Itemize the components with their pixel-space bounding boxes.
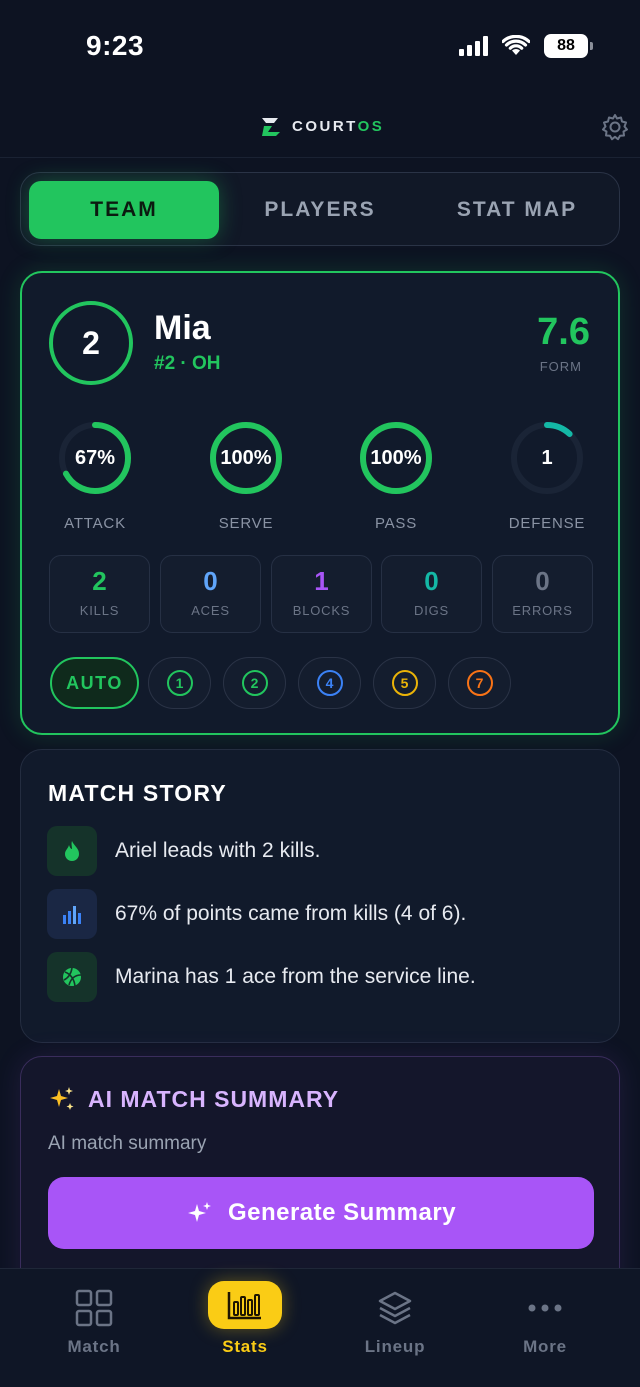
defense-ring: 1 DEFENSE [497, 419, 597, 532]
nav-match[interactable]: Match [39, 1287, 149, 1357]
nav-more[interactable]: More [490, 1287, 600, 1357]
rotation-chip-5[interactable]: 5 [373, 657, 436, 709]
rotation-chip-1[interactable]: 1 [148, 657, 211, 709]
rotation-chip-5-number: 5 [391, 670, 418, 696]
stat-digs-value: 0 [424, 566, 439, 596]
stat-kills: 2 KILLS [49, 555, 150, 633]
stat-kills-label: KILLS [79, 603, 120, 618]
defense-ring-label: DEFENSE [508, 515, 586, 532]
stat-errors-value: 0 [535, 566, 550, 596]
tab-team[interactable]: TEAM [29, 181, 219, 239]
volleyball-icon [47, 952, 97, 1002]
layers-icon [378, 1291, 412, 1325]
story-item: Marina has 1 ace from the service line. [47, 952, 607, 1002]
form-score: 7.6 [537, 311, 590, 353]
serve-ring-label: SERVE [218, 515, 274, 532]
nav-more-label: More [523, 1337, 567, 1356]
nav-lineup-label: Lineup [364, 1337, 426, 1356]
match-story-card: MATCH STORY Ariel leads with 2 kills. 67… [20, 749, 620, 1043]
gear-icon [602, 114, 628, 141]
story-item: Ariel leads with 2 kills. [47, 826, 607, 876]
status-bar: 9:23 88 [0, 0, 640, 96]
flame-icon [47, 826, 97, 876]
rotation-chip-4[interactable]: 4 [298, 657, 361, 709]
logo-text-os: OS [357, 117, 385, 135]
form-label: FORM [539, 359, 582, 374]
status-time: 9:23 [86, 30, 145, 61]
pass-ring: 100% PASS [346, 419, 446, 532]
ai-summary-subtitle: AI match summary [48, 1133, 207, 1154]
rotation-chip-1-number: 1 [166, 670, 193, 696]
grid-icon [75, 1289, 113, 1327]
rotation-chip-4-number: 4 [316, 670, 343, 696]
courtos-logo: COURTOS [258, 114, 384, 138]
generate-summary-button[interactable]: Generate Summary [48, 1177, 594, 1249]
match-story-title: MATCH STORY [48, 780, 227, 806]
rotation-chip-2[interactable]: 2 [223, 657, 286, 709]
story-item-text: Ariel leads with 2 kills. [115, 839, 321, 862]
ai-summary-header: AI MATCH SUMMARY [48, 1085, 339, 1113]
pass-ring-value: 100% [370, 446, 422, 469]
nav-match-label: Match [67, 1337, 121, 1356]
ai-summary-title: AI MATCH SUMMARY [88, 1085, 340, 1112]
pass-ring-label: PASS [374, 515, 418, 532]
story-item: 67% of points came from kills (4 of 6). [47, 889, 607, 939]
story-item-text: Marina has 1 ace from the service line. [115, 965, 476, 988]
wifi-icon [502, 35, 530, 55]
stat-digs: 0 DIGS [381, 555, 482, 633]
status-icons: 88 [459, 34, 593, 58]
attack-ring-label: ATTACK [64, 515, 126, 532]
logo-text: COURTOS [292, 118, 384, 135]
attack-ring-value: 67% [74, 446, 116, 469]
rotation-auto-chip[interactable]: AUTO [50, 657, 139, 709]
serve-ring-value: 100% [220, 446, 272, 469]
player-card[interactable]: 2 Mia #2 · OH 7.6 FORM 67% ATTACK 100% S… [20, 271, 620, 735]
generate-summary-label: Generate Summary [227, 1199, 457, 1226]
story-item-text: 67% of points came from kills (4 of 6). [115, 902, 467, 925]
cellular-signal-icon [459, 36, 488, 56]
bar-chart-icon [47, 889, 97, 939]
app-header: COURTOS [0, 96, 640, 158]
stat-kills-value: 2 [92, 566, 107, 596]
stat-blocks-label: BLOCKS [292, 603, 351, 618]
nav-lineup[interactable]: Lineup [340, 1287, 450, 1357]
stat-blocks-value: 1 [314, 566, 329, 596]
nav-stats[interactable]: Stats [190, 1281, 300, 1357]
logo-text-court: COURT [292, 117, 358, 135]
stat-aces-value: 0 [203, 566, 218, 596]
tab-players[interactable]: PLAYERS [221, 181, 419, 239]
defense-ring-value: 1 [541, 446, 553, 469]
stat-errors-label: ERRORS [512, 603, 573, 618]
stat-blocks: 1 BLOCKS [271, 555, 372, 633]
segmented-tabs: TEAM PLAYERS STAT MAP [20, 172, 620, 246]
serve-ring: 100% SERVE [196, 419, 296, 532]
jersey-number-badge: 2 [49, 301, 133, 385]
player-name: Mia [154, 309, 211, 347]
stat-aces: 0 ACES [160, 555, 261, 633]
nav-stats-label: Stats [222, 1337, 268, 1356]
sparkle-icon [187, 1202, 211, 1222]
player-role: #2 · OH [154, 353, 221, 374]
stat-digs-label: DIGS [414, 603, 449, 618]
sparkles-icon [50, 1087, 74, 1110]
more-icon [528, 1304, 562, 1312]
battery-indicator: 88 [544, 34, 593, 58]
rotation-chip-2-number: 2 [241, 670, 268, 696]
attack-ring: 67% ATTACK [45, 419, 145, 532]
rotation-chip-7-number: 7 [466, 670, 493, 696]
rotation-chip-7[interactable]: 7 [448, 657, 511, 709]
stat-aces-label: ACES [191, 603, 230, 618]
settings-button[interactable] [600, 112, 630, 142]
logo-mark-icon [262, 118, 280, 136]
stat-errors: 0 ERRORS [492, 555, 593, 633]
bottom-navigation: Match Stats Lineup More [0, 1268, 640, 1387]
stats-icon [208, 1281, 282, 1329]
tab-stat-map[interactable]: STAT MAP [421, 181, 613, 239]
